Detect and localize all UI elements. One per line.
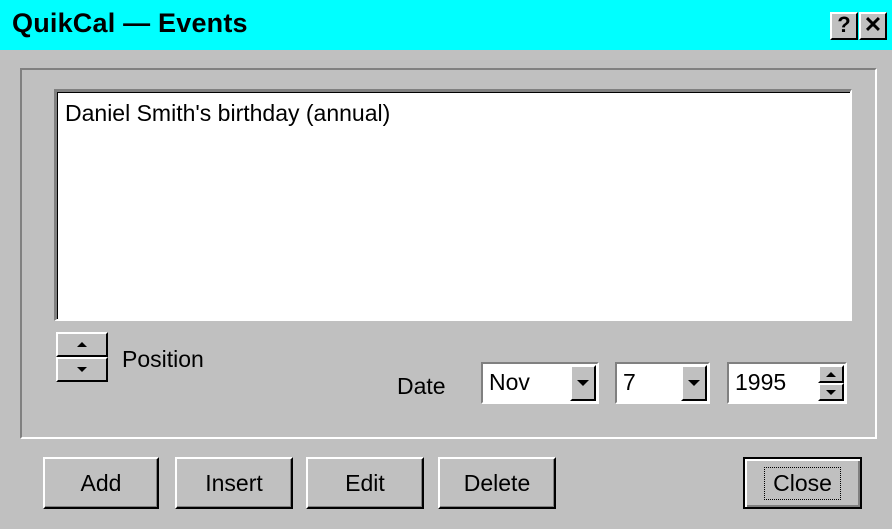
month-dropdown-button[interactable]: [570, 365, 596, 401]
insert-button[interactable]: Insert: [175, 457, 293, 509]
arrow-up-icon: [77, 342, 87, 347]
close-window-button[interactable]: ✕: [859, 12, 887, 40]
events-dialog: QuikCal — Events ? ✕ Daniel Smith's birt…: [0, 0, 892, 529]
arrow-up-icon: [826, 371, 836, 377]
year-up-button[interactable]: [818, 365, 844, 383]
month-select[interactable]: Nov: [481, 362, 599, 404]
date-label: Date: [397, 373, 446, 399]
year-spinner[interactable]: 1995: [727, 362, 847, 404]
close-button[interactable]: Close: [743, 457, 862, 509]
day-value: 7: [623, 369, 636, 395]
position-spinner[interactable]: [56, 332, 108, 382]
delete-button[interactable]: Delete: [438, 457, 556, 509]
year-spin-buttons[interactable]: [818, 365, 844, 401]
chevron-down-icon: [577, 380, 589, 386]
year-value[interactable]: 1995: [735, 369, 786, 396]
title-bar[interactable]: QuikCal — Events ? ✕: [0, 0, 892, 50]
day-select[interactable]: 7: [615, 362, 710, 404]
help-button[interactable]: ?: [830, 12, 858, 40]
position-label: Position: [122, 346, 204, 372]
position-down-button[interactable]: [56, 357, 108, 382]
day-dropdown-button[interactable]: [681, 365, 707, 401]
month-value: Nov: [489, 369, 530, 395]
edit-button[interactable]: Edit: [306, 457, 424, 509]
arrow-down-icon: [77, 367, 87, 372]
position-up-button[interactable]: [56, 332, 108, 357]
chevron-down-icon: [688, 380, 700, 386]
list-item[interactable]: Daniel Smith's birthday (annual): [65, 100, 390, 127]
window-title: QuikCal — Events: [12, 8, 248, 38]
year-down-button[interactable]: [818, 383, 844, 401]
arrow-down-icon: [826, 389, 836, 395]
events-listbox[interactable]: Daniel Smith's birthday (annual): [54, 89, 852, 321]
close-button-label: Close: [764, 466, 841, 500]
add-button[interactable]: Add: [43, 457, 159, 509]
